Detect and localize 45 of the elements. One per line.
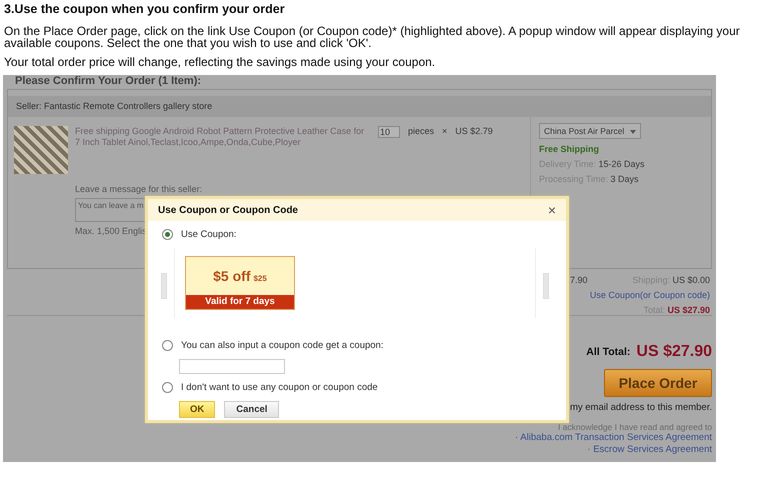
- seller-bar: Seller: Fantastic Remote Controllers gallery store: [8, 96, 711, 117]
- use-coupon-link[interactable]: Use Coupon(or Coupon code): [590, 290, 710, 300]
- article-paragraph: Your total order price will change, reflecting the savings made using your coupon.: [4, 56, 436, 68]
- coupon-minimum: $25: [253, 274, 267, 282]
- dialog-title: Use Coupon or Coupon Code: [158, 204, 298, 216]
- order-heading: Please Confirm Your Order (1 Item):: [14, 75, 202, 88]
- cancel-button[interactable]: Cancel: [224, 401, 280, 418]
- quantity-field[interactable]: 10: [378, 126, 400, 138]
- coupon-card[interactable]: $5 off $25 Valid for 7 days: [185, 256, 295, 310]
- subtotal: 7.90: [570, 275, 588, 285]
- radio-button[interactable]: [162, 229, 173, 240]
- agreement-link[interactable]: · Escrow Services Agreement: [587, 444, 712, 456]
- agreement-link[interactable]: · Alibaba.com Transaction Services Agreement: [515, 432, 712, 444]
- option-label: You can also input a coupon code get a coupon:: [181, 340, 384, 351]
- ok-button[interactable]: OK: [179, 401, 216, 418]
- coupon-amount: $5 off: [213, 268, 250, 284]
- all-total-label: All Total:: [586, 346, 630, 358]
- all-total-value: US $27.90: [636, 343, 712, 361]
- multiply-sign: ×: [442, 126, 448, 136]
- place-order-button[interactable]: Place Order: [604, 369, 712, 397]
- unit-price: US $2.79: [455, 126, 493, 136]
- photo-placeholder: [14, 126, 68, 174]
- article-paragraph: On the Place Order page, click on the link Use Coupon (or Coupon code)* (highlighted above). A popup window will appear displaying your available coupons. Select the one that you wish to use and click 'OK'.: [4, 25, 741, 49]
- coupon-validity: Valid for 7 days: [186, 295, 294, 309]
- processing-value: 3 Days: [610, 174, 639, 184]
- carousel-next-handle[interactable]: [543, 273, 549, 299]
- agreement-note: I acknowledge I have read and agreed to: [558, 422, 712, 432]
- article-heading: 3.Use the coupon when you confirm your order: [4, 2, 286, 16]
- option-label: Use Coupon:: [181, 229, 236, 240]
- coupon-code-field[interactable]: [179, 359, 285, 374]
- shipping-dropdown[interactable]: China Post Air Parcel: [539, 123, 642, 139]
- free-shipping: Free Shipping: [539, 144, 600, 154]
- message-limit: Max. 1,500 Englis: [75, 226, 147, 236]
- shipping-cost: US $0.00: [672, 275, 710, 285]
- close-button[interactable]: ×: [548, 203, 556, 217]
- carousel-prev-handle[interactable]: [161, 273, 167, 299]
- email-note: my email address to this member.: [570, 402, 712, 413]
- total-value: US $27.90: [667, 305, 710, 315]
- caret-icon: [630, 130, 636, 134]
- radio-button[interactable]: [162, 382, 173, 393]
- option-label: I don't want to use any coupon or coupon code: [181, 382, 378, 393]
- quantity-unit: pieces: [408, 126, 434, 136]
- radio-button[interactable]: [162, 340, 173, 351]
- delivery-value: 15-26 Days: [598, 159, 645, 169]
- message-label: Leave a message for this seller:: [75, 184, 202, 194]
